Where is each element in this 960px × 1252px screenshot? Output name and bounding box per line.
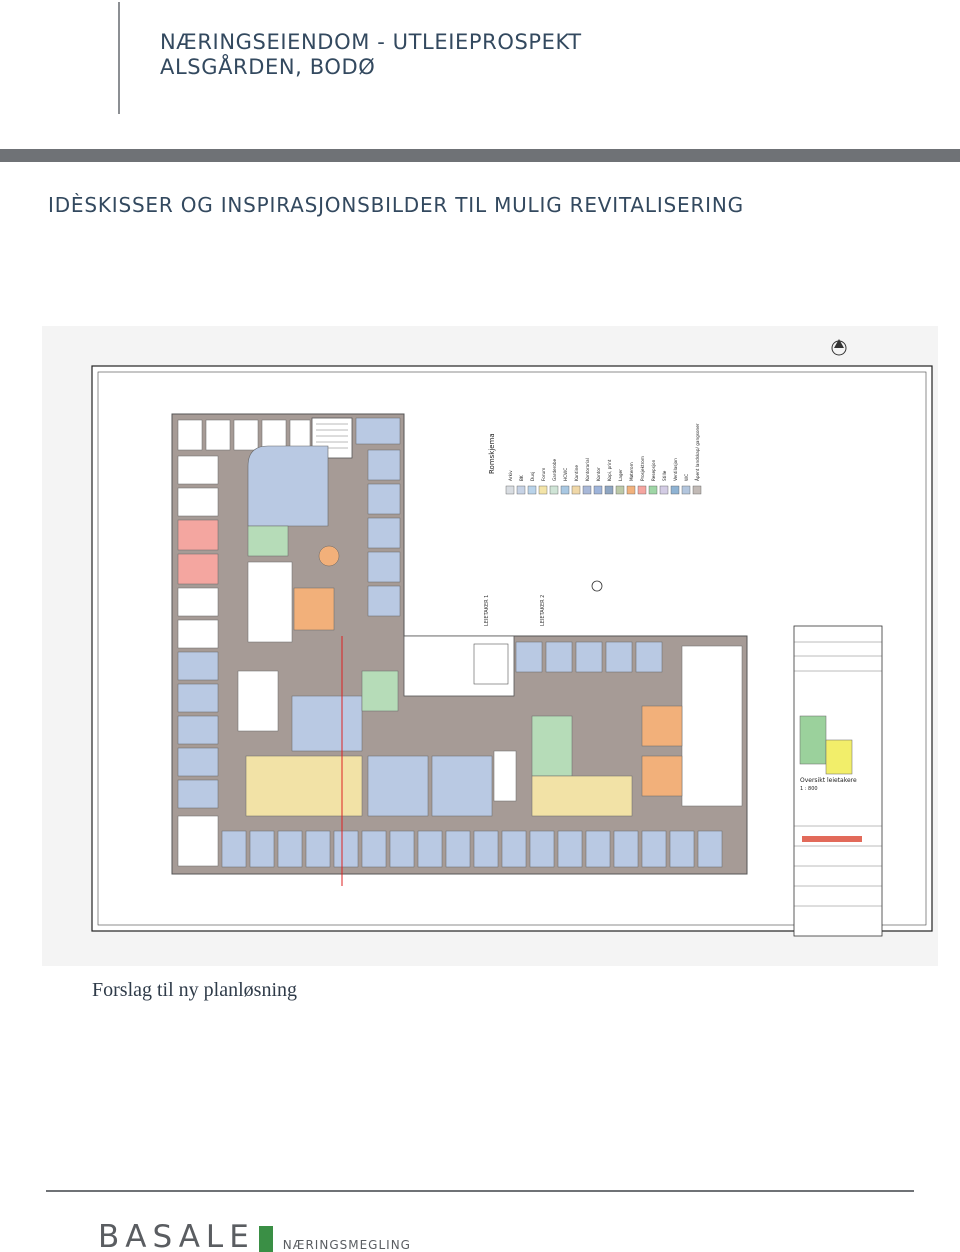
legend-swatch — [593, 485, 603, 495]
overview-label: Oversikt leietakere — [800, 777, 857, 784]
legend-label: Kontor — [596, 467, 601, 481]
header-divider — [118, 2, 120, 114]
basale-logo: BASALE NÆRINGSMEGLING — [98, 1222, 411, 1252]
legend-swatch — [648, 485, 658, 495]
legend-swatch — [505, 485, 515, 495]
tenant1-overview-box — [799, 715, 827, 765]
legend-swatch — [692, 485, 702, 495]
legend-swatch — [681, 485, 691, 495]
forum-area — [245, 755, 363, 817]
legend-label: Åpent landskap/ gangsoner — [695, 423, 700, 481]
legend-label: HCWC — [563, 468, 568, 481]
stair-core-central — [473, 643, 509, 685]
office-row-east-top — [515, 641, 663, 673]
legend-swatch — [626, 485, 636, 495]
legend-label: Arkiv — [508, 470, 513, 481]
legend-label: Stille — [662, 470, 667, 481]
legend-swatch — [549, 485, 559, 495]
north-arrow-head-icon — [834, 339, 844, 348]
meeting-room-center — [293, 587, 335, 631]
floorplan-image: Romskjema Arkiv BK Dusj Forum Garderobe HCWC Ka… — [42, 326, 938, 966]
auditorium — [247, 445, 329, 527]
legend-swatch — [516, 485, 526, 495]
legend-label: Kopi, print — [607, 459, 612, 481]
legend-label: Ventilasjon — [673, 458, 678, 481]
logo-subtitle: NÆRINGSMEGLING — [282, 1238, 411, 1252]
legend-label: BK — [519, 475, 524, 481]
canteen-east — [531, 775, 633, 817]
header-bar — [0, 149, 960, 162]
floorplan-drawing: Romskjema Arkiv BK Dusj Forum Garderobe HCWC Ka… — [91, 339, 933, 937]
tenant1-note: LEIETAKER 1 — [484, 595, 490, 626]
legend-swatch — [604, 485, 614, 495]
legend-label: WC — [684, 474, 689, 481]
legend-label: Prosjektrom — [640, 456, 645, 481]
architect-logo — [802, 836, 862, 842]
legend-label: Kantine — [574, 465, 579, 481]
tenant2-overview-box — [825, 739, 853, 775]
desk-grid-east — [681, 645, 743, 807]
header-title-line2: ALSGÅRDEN, BODØ — [160, 55, 376, 79]
plan-caption: Forslag til ny planløsning — [92, 979, 297, 1001]
legend-swatch — [582, 485, 592, 495]
legend-label: Kontorarial — [585, 458, 590, 481]
logo-text: BASALE — [98, 1219, 255, 1252]
header-title-line1: NÆRINGSEIENDOM - UTLEIEPROSPEKT — [160, 30, 582, 54]
office-column-east-west-wing — [367, 449, 401, 617]
logo-mark-icon — [258, 1226, 273, 1252]
legend-label: Møterom — [629, 462, 634, 481]
toilet-core — [493, 750, 517, 802]
service-room — [237, 670, 279, 732]
legend-label: Resepsjon — [651, 459, 656, 481]
office-landscape-south — [367, 755, 429, 817]
storage-room — [247, 561, 293, 643]
legend-label: Forum — [541, 468, 546, 481]
section-title: IDÈSKISSER OG INSPIRASJONSBILDER TIL MUL… — [48, 193, 744, 217]
tenant2-note: LEIETAKER 2 — [540, 595, 546, 626]
meeting-room-south — [431, 755, 493, 817]
large-meeting-room — [291, 695, 363, 752]
meeting-room-north — [355, 417, 401, 445]
legend-label: Dusj — [530, 472, 535, 481]
footer-rule — [46, 1190, 914, 1192]
legend-swatch — [659, 485, 669, 495]
desk-row-top — [177, 419, 311, 451]
lounge-east — [531, 715, 573, 777]
meeting-room-east — [641, 705, 683, 747]
document-header: NÆRINGSEIENDOM - UTLEIEPROSPEKT ALSGÅRDE… — [160, 30, 582, 80]
legend-title: Romskjema — [488, 433, 496, 474]
reception — [361, 670, 399, 712]
legend-label: Lager — [618, 469, 623, 481]
legend-swatch — [527, 485, 537, 495]
legend-label: Garderobe — [552, 458, 557, 481]
overview-scale: 1 : 800 — [800, 786, 818, 792]
phone-booth-1 — [247, 525, 289, 557]
legend-swatch — [571, 485, 581, 495]
legend-swatch — [560, 485, 570, 495]
legend-swatch — [670, 485, 680, 495]
legend-swatch — [615, 485, 625, 495]
legend-swatch — [637, 485, 647, 495]
meeting-pod — [318, 545, 340, 567]
legend-swatch — [538, 485, 548, 495]
meeting-room-east-2 — [641, 755, 683, 797]
